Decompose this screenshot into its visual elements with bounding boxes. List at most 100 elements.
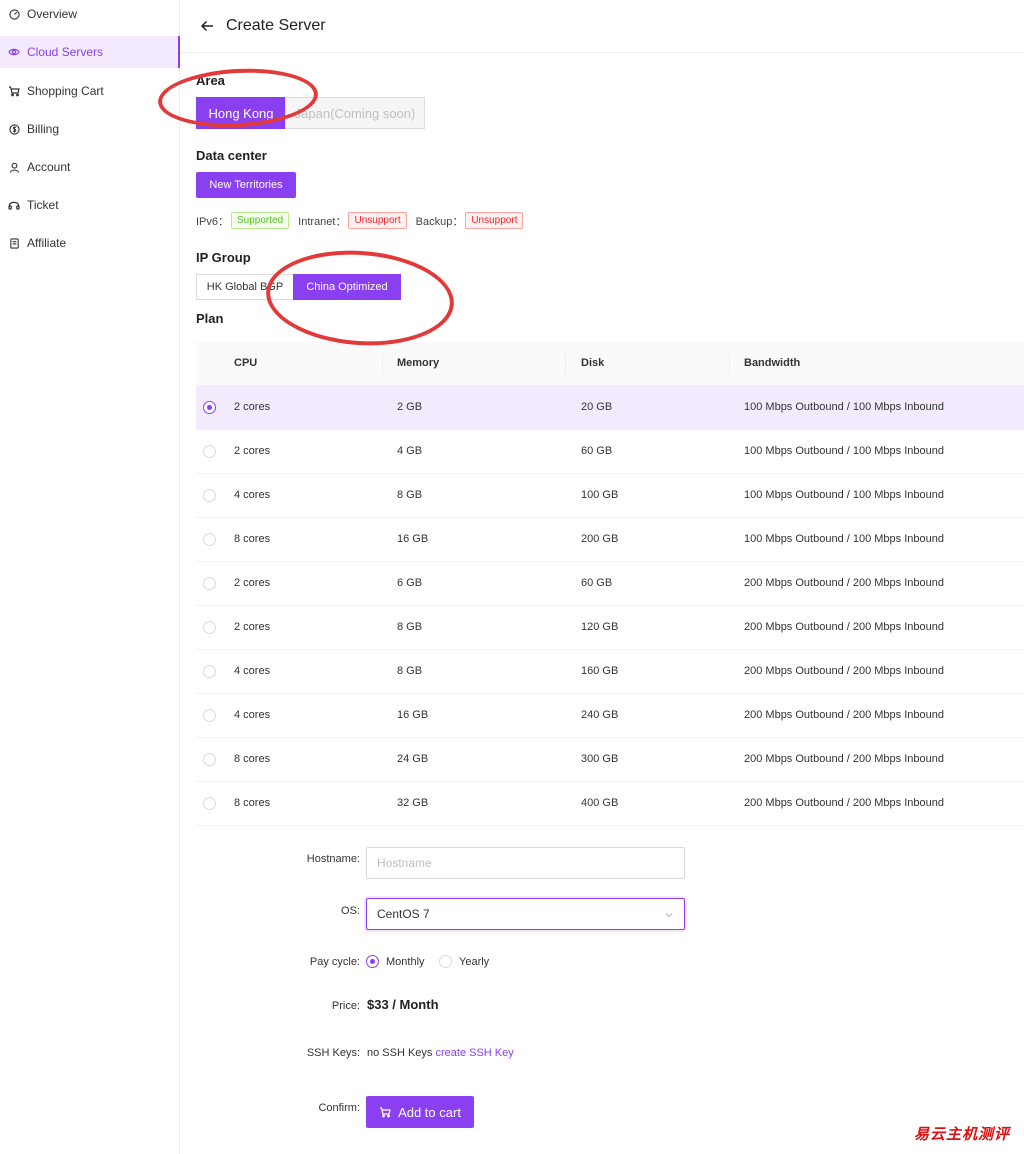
memory-cell: 16 GB	[397, 533, 429, 545]
plan-radio[interactable]	[203, 665, 216, 678]
memory-cell: 16 GB	[397, 709, 429, 721]
pay-cycle-label: Pay cycle:	[309, 956, 360, 968]
memory-cell: 8 GB	[397, 665, 423, 677]
bandwidth-cell: 100 Mbps Outbound / 100 Mbps Inbound	[744, 401, 944, 413]
table-row[interactable]: 2 cores 4 GB 60 GB 100 Mbps Outbound / 100 …	[196, 430, 1024, 474]
plan-radio[interactable]	[203, 797, 216, 810]
cpu-cell: 8 cores	[234, 753, 271, 765]
os-select[interactable]: CentOS 7	[366, 898, 685, 930]
ip-group-title: IP Group	[196, 250, 251, 265]
disk-cell: 20 GB	[581, 401, 613, 413]
sidebar-item-ticket[interactable]: Ticket	[0, 189, 180, 221]
table-row[interactable]: 4 cores 8 GB 100 GB 100 Mbps Outbound / 100…	[196, 474, 1024, 518]
cpu-cell: 4 cores	[234, 665, 271, 677]
bandwidth-cell: 200 Mbps Outbound / 200 Mbps Inbound	[744, 797, 944, 809]
table-row[interactable]: 4 cores 16 GB 240 GB 200 Mbps Outbound / 20…	[196, 694, 1024, 738]
hostname-label: Hostname:	[306, 853, 360, 865]
annotation-circle-ip-group	[262, 244, 458, 352]
plan-radio[interactable]	[203, 621, 216, 634]
sidebar-item-overview[interactable]: Overview	[0, 0, 180, 30]
create-ssh-key-link[interactable]: create SSH Key	[435, 1047, 513, 1059]
datacenter-option-new-territories[interactable]: New Territories	[196, 172, 296, 198]
memory-cell: 8 GB	[397, 489, 423, 501]
memory-cell: 32 GB	[397, 797, 429, 809]
sidebar-item-label: Billing	[27, 122, 60, 136]
plan-title: Plan	[196, 311, 224, 326]
ssh-keys-value: no SSH Keys create SSH Key	[367, 1047, 514, 1059]
os-label: OS:	[341, 905, 360, 917]
backup-status-badge: Unsupport	[465, 212, 524, 229]
disk-cell: 200 GB	[581, 533, 619, 545]
bandwidth-cell: 200 Mbps Outbound / 200 Mbps Inbound	[744, 709, 944, 721]
ssh-none-text: no SSH Keys	[367, 1047, 433, 1059]
add-to-cart-button[interactable]: Add to cart	[366, 1096, 474, 1128]
plan-radio[interactable]	[203, 401, 216, 414]
plan-table: CPU Memory Disk Bandwidth 2 cores 2 GB 20 …	[196, 342, 1024, 826]
sidebar-item-cloud-servers[interactable]: Cloud Servers	[0, 36, 180, 68]
sidebar-item-account[interactable]: Account	[0, 151, 180, 183]
cart-icon	[8, 85, 20, 97]
headset-icon	[8, 199, 20, 211]
sidebar-item-label: Account	[27, 160, 71, 174]
table-row[interactable]: 8 cores 24 GB 300 GB 200 Mbps Outbound / 20…	[196, 738, 1024, 782]
gauge-icon	[8, 8, 20, 20]
cpu-cell: 2 cores	[234, 401, 271, 413]
monthly-radio[interactable]	[366, 955, 379, 968]
bandwidth-cell: 200 Mbps Outbound / 200 Mbps Inbound	[744, 665, 944, 677]
cpu-cell: 4 cores	[234, 709, 271, 721]
back-arrow-icon[interactable]	[200, 19, 214, 33]
memory-cell: 4 GB	[397, 445, 423, 457]
ipv6-label: IPv6：	[196, 215, 230, 228]
yearly-radio[interactable]	[439, 955, 452, 968]
pay-cycle-yearly[interactable]: Yearly	[439, 955, 489, 968]
plan-radio[interactable]	[203, 753, 216, 766]
table-row[interactable]: 8 cores 16 GB 200 GB 100 Mbps Outbound / 10…	[196, 518, 1024, 562]
sidebar-item-billing[interactable]: Billing	[0, 113, 180, 145]
cpu-cell: 2 cores	[234, 621, 271, 633]
monthly-label: Monthly	[386, 955, 425, 968]
table-row[interactable]: 4 cores 8 GB 160 GB 200 Mbps Outbound / 200…	[196, 650, 1024, 694]
sidebar-item-affiliate[interactable]: Affiliate	[0, 227, 180, 259]
datacenter-title: Data center	[196, 148, 267, 163]
plan-radio[interactable]	[203, 489, 216, 502]
intranet-label: Intranet：	[298, 215, 347, 228]
disk-cell: 400 GB	[581, 797, 619, 809]
disk-cell: 100 GB	[581, 489, 619, 501]
table-row[interactable]: 2 cores 8 GB 120 GB 200 Mbps Outbound / 200…	[196, 606, 1024, 650]
plan-radio[interactable]	[203, 577, 216, 590]
memory-cell: 6 GB	[397, 577, 423, 589]
user-icon	[8, 161, 20, 173]
hostname-input[interactable]	[366, 847, 685, 879]
disk-cell: 60 GB	[581, 577, 613, 589]
bandwidth-cell: 100 Mbps Outbound / 100 Mbps Inbound	[744, 533, 944, 545]
plan-radio[interactable]	[203, 445, 216, 458]
table-row[interactable]: 2 cores 6 GB 60 GB 200 Mbps Outbound / 200 …	[196, 562, 1024, 606]
memory-cell: 24 GB	[397, 753, 429, 765]
sidebar-item-label: Shopping Cart	[27, 84, 104, 98]
plan-radio[interactable]	[203, 533, 216, 546]
pay-cycle-monthly[interactable]: Monthly	[366, 955, 425, 968]
page-title: Create Server	[226, 17, 326, 34]
cart-icon	[379, 1106, 391, 1118]
os-selected-value: CentOS 7	[377, 907, 430, 921]
column-header-disk: Disk	[581, 357, 605, 369]
column-header-memory: Memory	[397, 357, 440, 369]
datacenter-features: IPv6： Supported Intranet： Unsupport Back…	[196, 212, 532, 229]
cpu-cell: 2 cores	[234, 577, 271, 589]
table-row[interactable]: 2 cores 2 GB 20 GB 100 Mbps Outbound / 100 …	[196, 386, 1024, 430]
yearly-label: Yearly	[459, 955, 490, 968]
dollar-icon	[8, 123, 20, 135]
cpu-cell: 8 cores	[234, 533, 271, 545]
sidebar-item-shopping-cart[interactable]: Shopping Cart	[0, 75, 180, 107]
column-header-cpu: CPU	[234, 357, 258, 369]
add-to-cart-label: Add to cart	[398, 1104, 461, 1120]
column-header-bandwidth: Bandwidth	[744, 357, 801, 369]
bandwidth-cell: 200 Mbps Outbound / 200 Mbps Inbound	[744, 621, 944, 633]
backup-label: Backup：	[415, 215, 464, 228]
cpu-cell: 8 cores	[234, 797, 271, 809]
table-row[interactable]: 8 cores 32 GB 400 GB 200 Mbps Outbound / 20…	[196, 782, 1024, 826]
price-value: $33 / Month	[367, 997, 439, 1012]
plan-radio[interactable]	[203, 709, 216, 722]
book-icon	[8, 237, 20, 249]
ssh-keys-label: SSH Keys:	[306, 1047, 360, 1059]
